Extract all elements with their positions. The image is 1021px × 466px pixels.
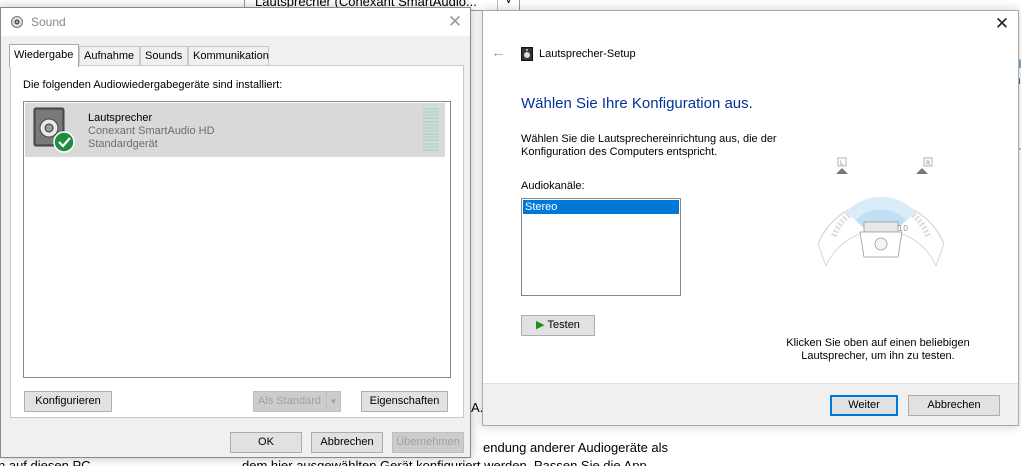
tab-sounds[interactable]: Sounds	[140, 46, 188, 66]
audio-channels-list[interactable]: Stereo	[521, 198, 681, 296]
playback-instructions: Die folgenden Audiowiedergabegeräte sind…	[23, 79, 283, 91]
bg-text: dem hier ausgewählten Gerät konfiguriert…	[242, 458, 647, 466]
sound-dialog: Sound ✕ Wiedergabe Aufnahme Sounds Kommu…	[0, 7, 471, 458]
right-speaker-icon: R	[916, 157, 933, 174]
setup-dialog-title: Lautsprecher-Setup	[539, 48, 636, 60]
speaker-setup-dialog: ✕ ← Lautsprecher-Setup Wählen Sie Ihre K…	[482, 10, 1019, 426]
device-name: Lautsprecher	[88, 112, 153, 124]
set-default-label: Als Standard	[258, 395, 321, 407]
audio-channels-label: Audiokanäle:	[521, 180, 585, 192]
back-arrow-icon[interactable]: ←	[491, 45, 507, 61]
sound-dialog-title: Sound	[31, 15, 66, 29]
tab-aufnahme[interactable]: Aufnahme	[79, 46, 140, 66]
list-item[interactable]: Lautsprecher Conexant SmartAudio HD Stan…	[25, 103, 445, 157]
cancel-button[interactable]: Abbrechen	[311, 432, 383, 453]
volume-level-meter	[423, 108, 439, 151]
list-item[interactable]: Stereo	[523, 200, 679, 214]
checkmark-icon	[53, 131, 75, 153]
device-status: Standardgerät	[88, 138, 158, 150]
sound-app-icon	[11, 16, 23, 28]
chevron-down-icon: ∨	[497, 0, 519, 10]
right-speaker-label: R	[926, 160, 930, 167]
apply-button[interactable]: Übernehmen	[392, 432, 464, 453]
playback-device-list[interactable]: Lautsprecher Conexant SmartAudio HD Stan…	[23, 101, 451, 378]
setup-heading: Wählen Sie Ihre Konfiguration aus.	[521, 95, 753, 112]
set-default-button[interactable]: Als Standard ▼	[253, 391, 341, 412]
bg-text: n auf diesen PC	[0, 458, 91, 466]
device-driver: Conexant SmartAudio HD	[88, 125, 215, 137]
sound-titlebar[interactable]: Sound ✕	[1, 8, 470, 36]
play-icon: ▶	[536, 319, 545, 331]
properties-button[interactable]: Eigenschaften	[361, 391, 448, 412]
bg-text: endung anderer Audiogeräte als	[483, 440, 669, 455]
setup-footer: Weiter Abbrechen	[483, 383, 1018, 425]
test-button-label: Testen	[547, 319, 580, 331]
speaker-layout-diagram: 10 L R	[817, 157, 945, 267]
cancel-button[interactable]: Abbrechen	[908, 395, 1000, 416]
svg-text:10: 10	[898, 224, 908, 233]
ok-button[interactable]: OK	[230, 432, 302, 453]
tab-kommunikation[interactable]: Kommunikation	[188, 46, 269, 66]
setup-hint: Klicken Sie oben auf einen beliebigen La…	[786, 337, 970, 362]
setup-description: Wählen Sie die Lautsprechereinrichtung a…	[521, 133, 777, 158]
tab-wiedergabe[interactable]: Wiedergabe	[9, 44, 79, 67]
next-button[interactable]: Weiter	[830, 395, 898, 416]
playback-panel: Die folgenden Audiowiedergabegeräte sind…	[10, 65, 464, 418]
close-icon[interactable]: ✕	[986, 11, 1018, 37]
speaker-icon	[33, 107, 75, 153]
close-icon[interactable]: ✕	[440, 8, 470, 36]
test-button[interactable]: ▶ Testen	[521, 315, 595, 336]
left-speaker-icon: L	[836, 157, 848, 174]
configure-button[interactable]: Konfigurieren	[24, 391, 112, 412]
speaker-icon	[521, 47, 533, 61]
chevron-down-icon[interactable]: ▼	[326, 392, 340, 411]
